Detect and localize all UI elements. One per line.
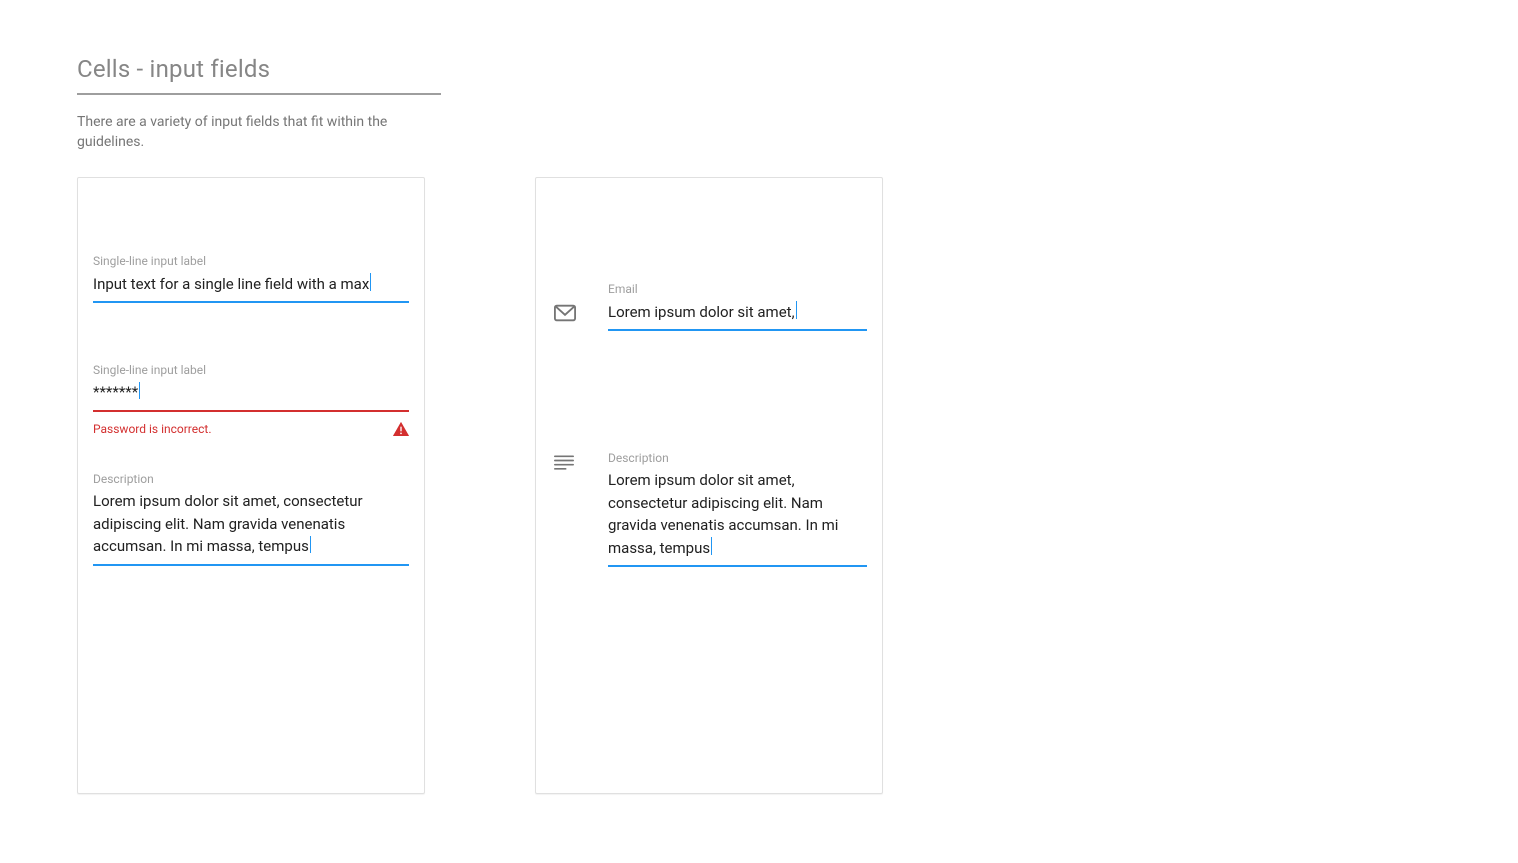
field-email[interactable]: Email Lorem ipsum dolor sit amet, xyxy=(608,282,867,331)
text-caret xyxy=(711,537,712,555)
text-caret xyxy=(796,301,797,319)
multiline-input[interactable]: Lorem ipsum dolor sit amet, consectetur … xyxy=(608,469,867,567)
page-intro: There are a variety of input fields that… xyxy=(77,113,437,152)
input-value: Lorem ipsum dolor sit amet, xyxy=(608,303,795,321)
cards-row: Single-line input label Input text for a… xyxy=(77,177,1518,794)
paragraph-icon xyxy=(554,455,578,471)
field-single-line[interactable]: Single-line input label Input text for a… xyxy=(93,254,409,303)
page-root: Cells - input fields There are a variety… xyxy=(0,0,1518,794)
field-label: Description xyxy=(93,472,409,486)
field-label: Single-line input label xyxy=(93,254,409,268)
input-value: Lorem ipsum dolor sit amet, consectetur … xyxy=(608,471,842,557)
text-caret xyxy=(310,536,311,554)
single-line-input[interactable]: Input text for a single line field with … xyxy=(93,273,409,304)
password-input[interactable]: ******* xyxy=(93,381,409,412)
field-label: Single-line input label xyxy=(93,363,409,377)
field-label: Email xyxy=(608,282,867,296)
card-icon-inputs: Email Lorem ipsum dolor sit amet, xyxy=(535,177,883,794)
email-icon xyxy=(554,304,578,322)
email-input[interactable]: Lorem ipsum dolor sit amet, xyxy=(608,301,867,332)
input-value: Lorem ipsum dolor sit amet, consectetur … xyxy=(93,492,366,555)
helper-row: Password is incorrect. xyxy=(93,422,409,436)
input-value: Input text for a single line field with … xyxy=(93,275,369,293)
error-helper-text: Password is incorrect. xyxy=(93,422,212,436)
field-password-error[interactable]: Single-line input label ******* Password… xyxy=(93,363,409,436)
field-description[interactable]: Description Lorem ipsum dolor sit amet, … xyxy=(93,472,409,566)
field-description-icon[interactable]: Description Lorem ipsum dolor sit amet, … xyxy=(608,451,867,567)
multiline-input[interactable]: Lorem ipsum dolor sit amet, consectetur … xyxy=(93,490,409,566)
text-caret xyxy=(139,382,140,400)
icon-row-email: Email Lorem ipsum dolor sit amet, xyxy=(554,282,867,331)
warning-icon xyxy=(393,422,409,436)
input-value: ******* xyxy=(93,383,138,401)
card-plain-inputs: Single-line input label Input text for a… xyxy=(77,177,425,794)
field-label: Description xyxy=(608,451,867,465)
text-caret xyxy=(370,273,371,291)
page-title: Cells - input fields xyxy=(77,55,441,95)
icon-row-description: Description Lorem ipsum dolor sit amet, … xyxy=(554,451,867,567)
